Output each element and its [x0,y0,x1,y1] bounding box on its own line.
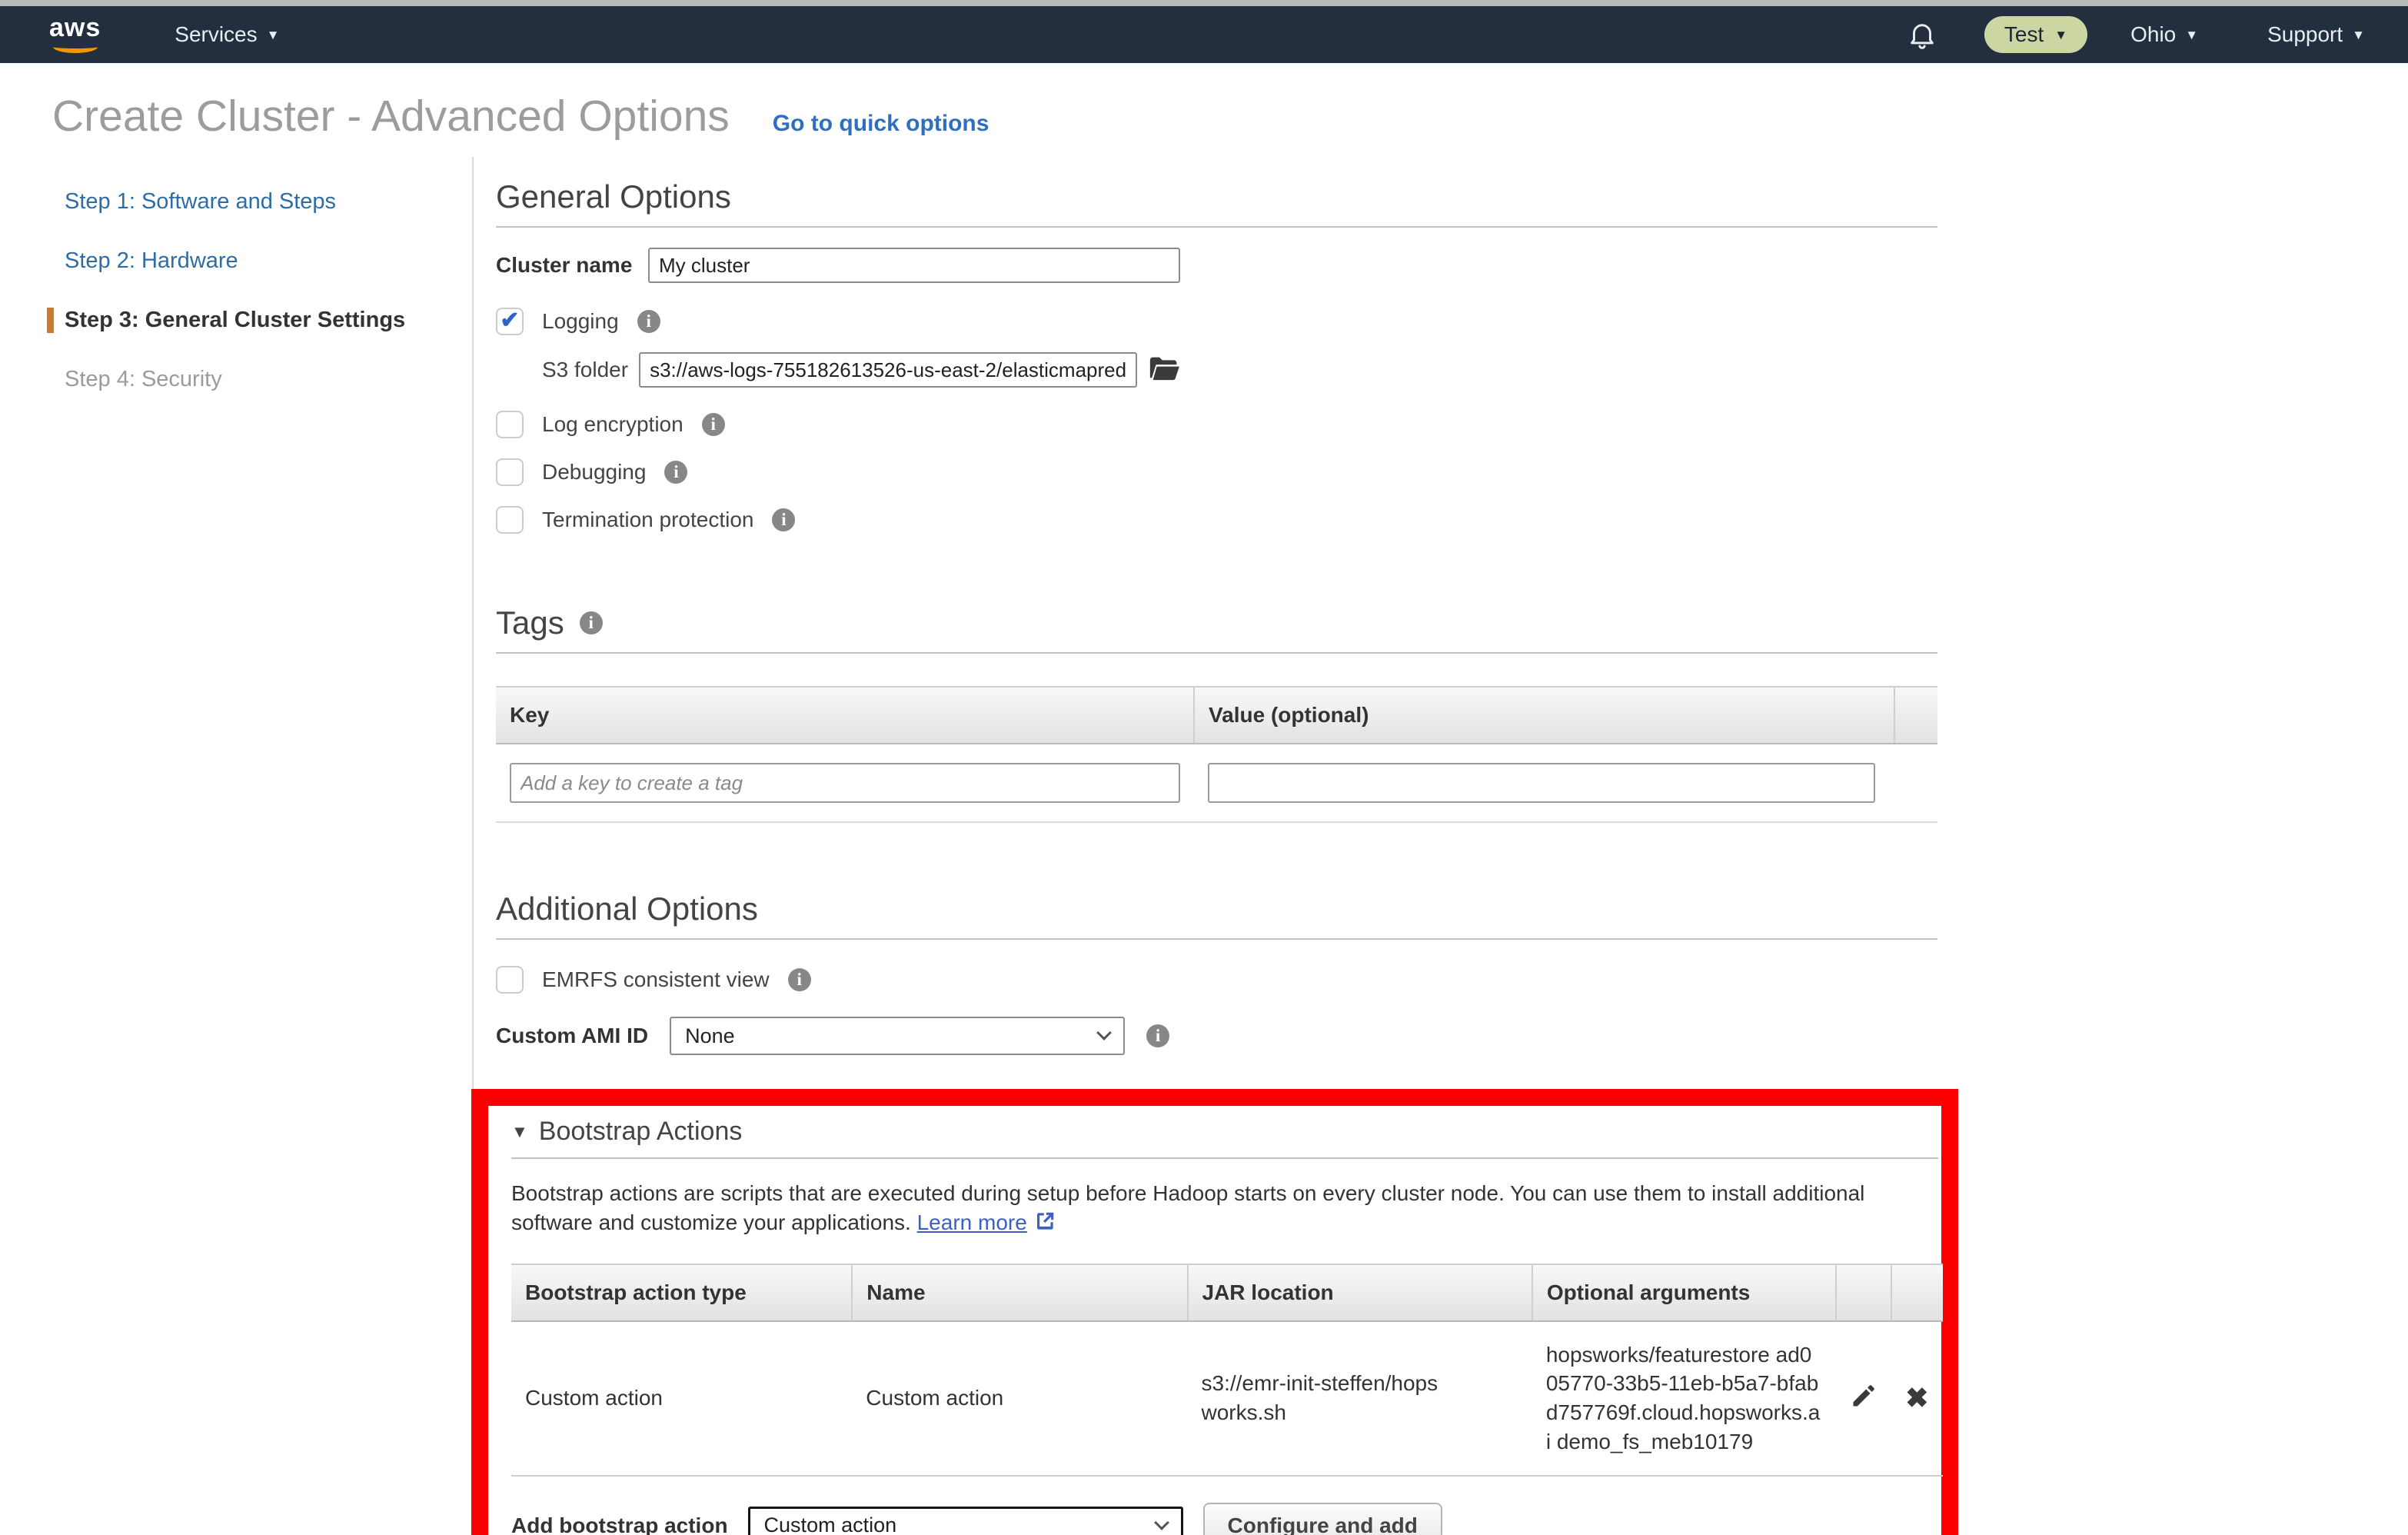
termination-protection-info-icon[interactable] [772,508,795,531]
custom-ami-info-icon[interactable] [1146,1024,1169,1047]
debugging-label: Debugging [542,460,646,484]
region-menu[interactable]: Ohio ▼ [2130,22,2198,47]
support-menu[interactable]: Support ▼ [2267,22,2365,47]
cluster-name-label: Cluster name [496,253,648,278]
divider [496,226,1937,228]
page-title: Create Cluster - Advanced Options [52,91,730,142]
learn-more-link[interactable]: Learn more [917,1210,1027,1234]
bootstrap-col-edit [1836,1264,1892,1321]
bootstrap-action-row: Custom action Custom action s3://emr-ini… [511,1321,1943,1476]
log-encryption-label: Log encryption [542,412,683,437]
tags-table: Key Value (optional) [496,686,1937,821]
account-label: Test [2004,22,2044,47]
custom-ami-label: Custom AMI ID [496,1024,648,1048]
account-menu[interactable]: Test ▼ [1984,16,2087,53]
logging-label: Logging [542,309,619,334]
bootstrap-description: Bootstrap actions are scripts that are e… [511,1179,1895,1237]
delete-x-icon[interactable]: ✖ [1905,1382,1928,1413]
additional-options-heading: Additional Options [496,891,1937,927]
emrfs-checkbox[interactable] [496,966,524,994]
bootstrap-description-text: Bootstrap actions are scripts that are e… [511,1181,1864,1234]
bootstrap-actions-toggle[interactable]: ▼ Bootstrap Actions [511,1117,1938,1147]
tag-value-input[interactable] [1208,763,1875,803]
tags-col-actions [1894,687,1938,744]
configure-and-add-button[interactable]: Configure and add [1203,1503,1442,1535]
custom-ami-selected-value: None [685,1024,735,1048]
bootstrap-actions-highlight-box: ▼ Bootstrap Actions Bootstrap actions ar… [471,1089,1958,1535]
cluster-name-input[interactable] [648,248,1180,283]
add-bootstrap-selected-value: Custom action [764,1513,897,1535]
go-to-quick-options-link[interactable]: Go to quick options [773,111,989,137]
emrfs-info-icon[interactable] [788,968,811,991]
general-options-heading: General Options [496,178,1937,215]
custom-ami-select[interactable]: None [670,1017,1125,1055]
sidebar-item-step4: Step 4: Security [65,367,472,392]
bootstrap-row-name: Custom action [852,1321,1187,1476]
bootstrap-col-jar: JAR location [1188,1264,1532,1321]
aws-navbar: aws Services ▼ Test ▼ Ohio ▼ Support ▼ [0,6,2408,63]
add-bootstrap-action-select[interactable]: Custom action [748,1507,1183,1535]
bootstrap-row-jar: s3://emr-init-steffen/hopsworks.sh [1188,1321,1532,1476]
log-encryption-info-icon[interactable] [702,413,725,436]
divider [496,652,1937,654]
window-edge [0,0,2408,6]
logging-checkbox[interactable] [496,308,524,335]
edit-pencil-icon[interactable] [1850,1382,1878,1410]
s3-folder-label: S3 folder [542,358,628,382]
services-label: Services [175,22,257,47]
aws-logo-text: aws [49,16,101,39]
tags-info-icon[interactable] [580,611,603,634]
debugging-checkbox[interactable] [496,458,524,486]
steps-sidebar: Step 1: Software and Steps Step 2: Hardw… [0,157,474,1526]
support-label: Support [2267,22,2343,47]
aws-logo[interactable]: aws [49,16,101,53]
bootstrap-col-type: Bootstrap action type [511,1264,852,1321]
termination-protection-checkbox[interactable] [496,506,524,534]
divider [496,821,1937,823]
browse-folder-icon[interactable] [1148,355,1180,385]
tags-col-key: Key [496,687,1194,744]
bootstrap-col-delete [1891,1264,1943,1321]
log-encryption-checkbox[interactable] [496,411,524,438]
emrfs-label: EMRFS consistent view [542,967,770,992]
tags-col-value: Value (optional) [1194,687,1894,744]
page-header: Create Cluster - Advanced Options Go to … [0,63,2408,142]
logging-info-icon[interactable] [637,310,660,333]
services-menu[interactable]: Services ▼ [175,22,279,47]
divider [511,1157,1938,1159]
bootstrap-row-type: Custom action [511,1321,852,1476]
bootstrap-row-args: hopsworks/featurestore ad005770-33b5-11e… [1532,1321,1836,1476]
chevron-down-icon: ▼ [2054,28,2067,42]
bootstrap-col-name: Name [852,1264,1187,1321]
tag-input-row [496,744,1937,821]
chevron-down-icon: ▼ [2352,28,2365,42]
chevron-down-icon: ▼ [267,28,280,42]
chevron-down-icon [1096,1025,1112,1041]
collapse-triangle-icon: ▼ [511,1122,528,1142]
chevron-down-icon: ▼ [2185,28,2198,42]
aws-smile-swoosh [53,41,98,53]
tag-key-input[interactable] [510,763,1180,803]
region-label: Ohio [2130,22,2176,47]
sidebar-item-step3-current: Step 3: General Cluster Settings [47,308,472,333]
bootstrap-actions-heading: Bootstrap Actions [539,1117,743,1147]
bootstrap-col-args: Optional arguments [1532,1264,1836,1321]
tags-heading: Tags [496,604,564,641]
add-bootstrap-action-label: Add bootstrap action [511,1513,728,1535]
divider [496,938,1937,940]
external-link-icon [1033,1210,1056,1233]
debugging-info-icon[interactable] [664,461,687,484]
s3-folder-input[interactable] [639,352,1137,388]
sidebar-item-step1[interactable]: Step 1: Software and Steps [65,189,472,215]
notifications-bell-icon[interactable] [1906,18,1938,51]
chevron-down-icon [1154,1515,1169,1530]
sidebar-item-step2[interactable]: Step 2: Hardware [65,248,472,274]
bootstrap-table: Bootstrap action type Name JAR location … [511,1264,1943,1477]
termination-protection-label: Termination protection [542,508,753,532]
